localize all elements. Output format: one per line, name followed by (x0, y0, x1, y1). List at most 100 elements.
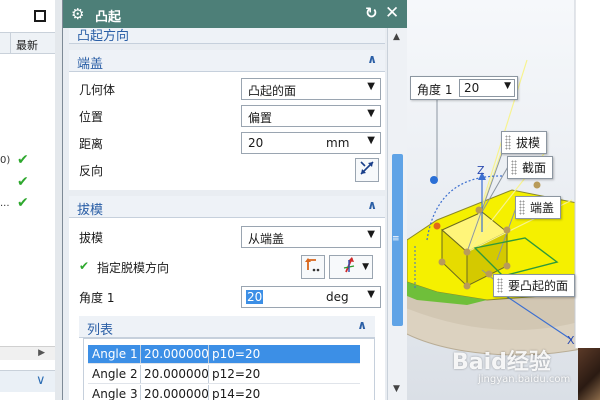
cell-expression: p10=20 (212, 347, 261, 361)
dropdown-arrow-icon: ▼ (367, 289, 375, 300)
gear-icon[interactable]: ⚙ (71, 5, 84, 23)
dropdown-arrow-icon: ▼ (504, 81, 511, 91)
distance-label: 距离 (79, 137, 104, 151)
dialog-title: 凸起 (95, 10, 122, 25)
callout-end-cap[interactable]: 端盖 (515, 196, 562, 219)
graphics-viewport[interactable]: Z X 拔模 截面 端盖 要凸起的面 (407, 0, 600, 400)
vector-type-button[interactable]: ▼ (329, 255, 373, 279)
angle-float-value: 20 (464, 81, 480, 95)
distance-value: 20 (248, 136, 264, 150)
table-row[interactable]: Angle 2 20.000000 p12=20 (88, 365, 360, 384)
cell-value: 20.000000 (144, 387, 209, 400)
section-title: 列表 (87, 323, 114, 338)
vector-icon (305, 258, 320, 272)
column-latest-label: 最新 (16, 39, 38, 52)
thumbnail-photo (578, 348, 600, 400)
callout-draft[interactable]: 拔模 (501, 131, 548, 154)
dropdown-arrow-icon: ▼ (367, 81, 375, 92)
watermark-url: jingyan.baidu.com (478, 374, 571, 385)
location-row: 位置 偏置 ▼ (69, 103, 385, 129)
close-icon[interactable]: ✕ (385, 3, 399, 23)
reverse-label: 反向 (79, 164, 104, 178)
dialog-content: 凸起方向 端盖 ∧ 几何体 凸起的面 ▼ 位置 偏置 ▼ 距离 20 mm ▼ … (63, 28, 387, 400)
dialog-titlebar[interactable]: ⚙ 凸起 ↻ ✕ (63, 0, 408, 28)
reverse-arrows-icon (360, 161, 374, 175)
callout-text: 要凸起的面 (508, 279, 569, 293)
chevron-down-icon[interactable]: ∨ (36, 373, 46, 388)
panel-vertical-scrollbar[interactable] (55, 0, 62, 400)
chevron-up-icon[interactable]: ∧ (367, 198, 377, 212)
geometry-select[interactable]: 凸起的面 ▼ (241, 78, 381, 100)
angle-float-input[interactable]: 20 ▼ (459, 79, 515, 97)
distance-unit: mm (326, 136, 350, 150)
chevron-up-icon[interactable]: ∧ (357, 318, 367, 332)
origin-handle[interactable] (433, 222, 441, 230)
table-row[interactable]: Angle 3 20.000000 p14=20 (88, 385, 360, 400)
column-separator (10, 33, 11, 53)
cell-name: Angle 3 (92, 387, 138, 400)
list-item[interactable]: 0) ✔ (0, 152, 55, 172)
geometry-row: 几何体 凸起的面 ▼ (69, 76, 385, 102)
reverse-direction-button[interactable] (355, 158, 379, 182)
cell-value: 20.000000 (144, 347, 209, 361)
callout-text: 端盖 (530, 201, 555, 215)
geometry-label: 几何体 (79, 83, 116, 97)
section-title: 端盖 (77, 57, 104, 72)
callout-face[interactable]: 要凸起的面 (493, 274, 576, 297)
navigator-panel: 最新 0) ✔ ✔ ... ✔ ▶ ∨ (0, 0, 62, 400)
dropdown-arrow-icon: ▼ (367, 229, 375, 240)
vector-dialog-button[interactable] (301, 255, 325, 279)
section-draft[interactable]: 拔模 ∧ (69, 196, 385, 218)
list-item[interactable]: ... ✔ (0, 195, 55, 215)
z-axis-label: Z (477, 164, 485, 177)
callout-text: 拔模 (516, 136, 541, 150)
section-end-cap[interactable]: 端盖 ∧ (69, 50, 385, 72)
callout-text: 截面 (522, 161, 547, 175)
angle-list-table: Angle 1 20.000000 p10=20 Angle 2 20.0000… (83, 338, 375, 400)
emboss-dialog: ⚙ 凸起 ↻ ✕ 凸起方向 端盖 ∧ 几何体 凸起的面 ▼ 位置 偏置 ▼ 距离… (62, 0, 408, 400)
horizontal-scrollbar[interactable]: ▶ (0, 346, 55, 360)
panel-footer: ∨ (0, 370, 55, 392)
dropdown-arrow-icon: ▼ (362, 262, 369, 272)
angle-onscreen-input[interactable]: 角度 1 20 ▼ (410, 76, 518, 100)
angle-label: 角度 1 (79, 291, 115, 305)
cell-expression: p14=20 (212, 387, 261, 400)
section-title: 凸起方向 (77, 29, 130, 44)
angle-float-label: 角度 1 (417, 83, 453, 97)
section-emboss-direction[interactable]: 凸起方向 (69, 28, 385, 44)
dialog-vertical-scrollbar[interactable]: ▲ ≡ ▼ (387, 28, 407, 400)
scroll-down-icon[interactable]: ▼ (393, 384, 400, 394)
scroll-up-icon[interactable]: ▲ (393, 32, 400, 42)
draft-row: 拔模 从端盖 ▼ (69, 224, 385, 250)
angle-unit: deg (326, 290, 349, 304)
draft-value: 从端盖 (248, 232, 285, 246)
section-title: 拔模 (77, 203, 104, 218)
angle-input[interactable]: 20 deg ▼ (241, 286, 381, 308)
scroll-right-icon[interactable]: ▶ (38, 348, 45, 358)
angle-handle[interactable] (430, 176, 438, 184)
callout-section[interactable]: 截面 (507, 156, 554, 179)
list-item-text: 0) (0, 155, 11, 166)
draw-direction-row: ✔ 指定脱模方向 ▼ (69, 254, 385, 280)
table-row[interactable]: Angle 1 20.000000 p10=20 (88, 345, 360, 364)
check-icon: ✔ (79, 259, 90, 273)
cell-value: 20.000000 (144, 367, 209, 381)
cell-name: Angle 2 (92, 367, 138, 381)
dropdown-arrow-icon: ▼ (367, 108, 375, 119)
column-header[interactable]: 最新 (0, 32, 55, 54)
draft-select[interactable]: 从端盖 ▼ (241, 226, 381, 248)
distance-input[interactable]: 20 mm ▼ (241, 132, 381, 154)
section-list[interactable]: 列表 ∧ (79, 316, 375, 338)
reset-icon[interactable]: ↻ (365, 4, 378, 22)
chevron-up-icon[interactable]: ∧ (367, 52, 377, 66)
list-item[interactable]: ✔ (0, 174, 55, 194)
dropdown-arrow-icon: ▼ (367, 135, 375, 146)
angle-row: 角度 1 20 deg ▼ (69, 284, 385, 310)
watermark-logo: Baid经验 (452, 350, 551, 375)
location-select[interactable]: 偏置 ▼ (241, 105, 381, 127)
cell-name: Angle 1 (92, 347, 138, 361)
grip-icon: ≡ (392, 234, 400, 244)
panel-close-icon[interactable] (34, 10, 46, 22)
x-axis-label: X (567, 334, 575, 347)
geometry-value: 凸起的面 (248, 84, 297, 98)
